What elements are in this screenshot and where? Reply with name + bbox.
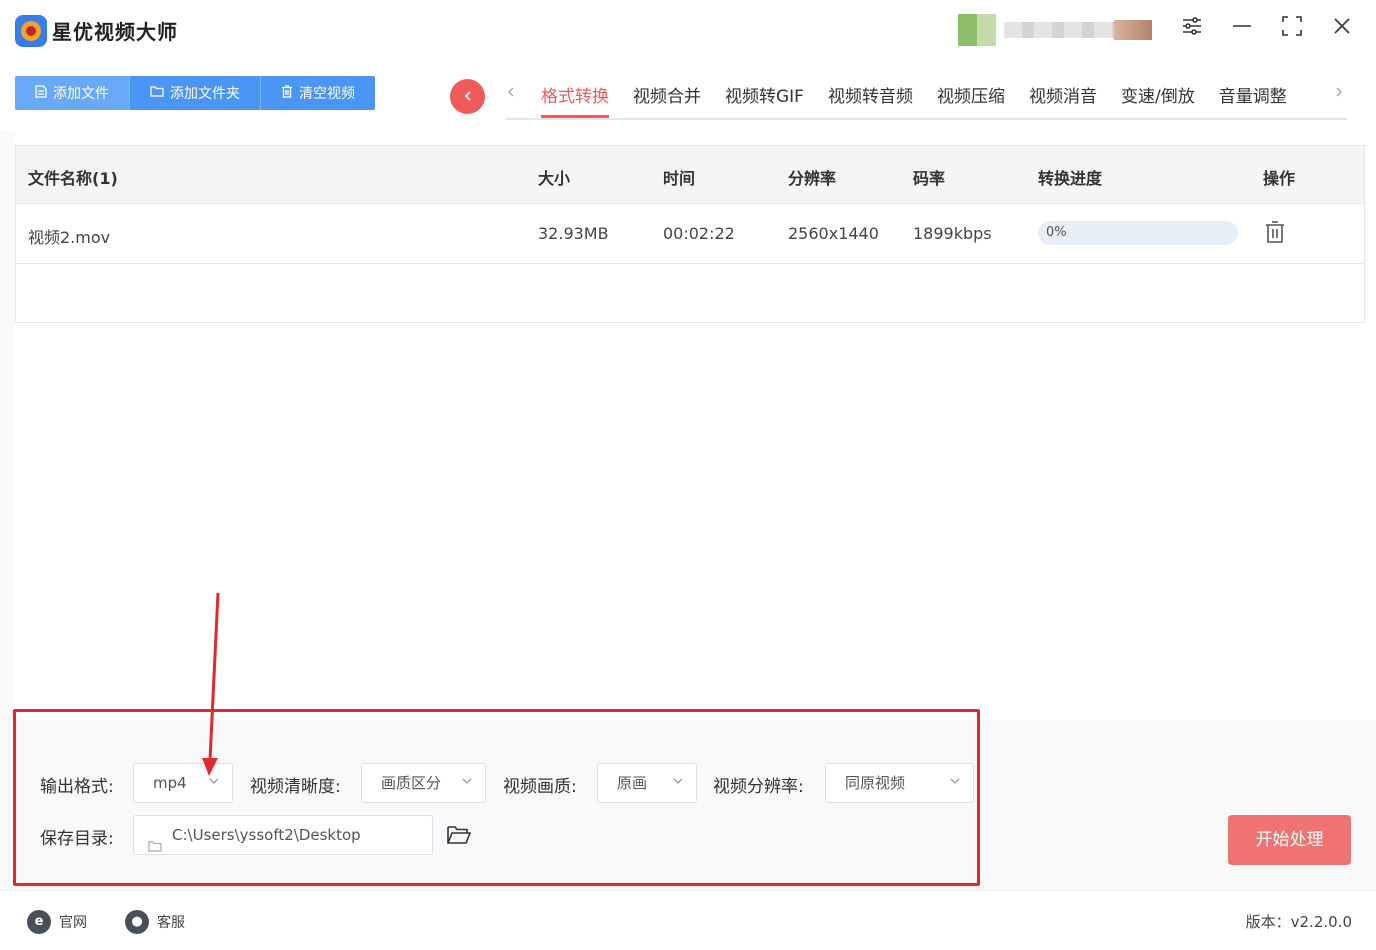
maximize-icon[interactable]: [1277, 15, 1307, 45]
version-text: 版本：v2.2.0.0: [1245, 913, 1352, 931]
table-header: 文件名称(1) 大小 时间 分辨率 码率 转换进度 操作: [16, 146, 1364, 204]
file-toolbar: 添加文件 添加文件夹 清空视频: [15, 76, 375, 110]
document-icon: [35, 84, 47, 102]
header-resolution: 分辨率: [788, 169, 837, 188]
clear-videos-label: 清空视频: [299, 86, 355, 102]
progress-bar: 0%: [1038, 221, 1238, 245]
add-file-button[interactable]: 添加文件: [15, 76, 130, 110]
tab-5[interactable]: 视频消音: [1029, 82, 1097, 118]
app-logo-icon: [15, 15, 47, 47]
annotation-highlight-box: [13, 709, 980, 886]
settings-sliders-icon[interactable]: [1177, 15, 1207, 45]
tab-scroll-right-icon[interactable]: [1333, 82, 1345, 107]
cell-size: 32.93MB: [538, 224, 609, 243]
header-time: 时间: [663, 169, 696, 188]
clear-videos-button[interactable]: 清空视频: [261, 76, 375, 110]
cell-time: 00:02:22: [663, 224, 735, 243]
status-bar: e 官网 ● 客服 版本：v2.2.0.0: [0, 890, 1376, 950]
tab-2[interactable]: 视频转GIF: [725, 82, 804, 118]
website-link[interactable]: e 官网: [27, 910, 87, 934]
add-folder-label: 添加文件夹: [170, 86, 240, 102]
header-size: 大小: [538, 169, 571, 188]
close-icon[interactable]: [1327, 15, 1357, 45]
header-filename: 文件名称(1): [28, 169, 118, 188]
support-label: 客服: [157, 915, 185, 931]
start-processing-button[interactable]: 开始处理: [1228, 815, 1351, 865]
cell-bitrate: 1899kbps: [913, 224, 992, 243]
cell-filename: 视频2.mov: [28, 228, 111, 247]
tab-3[interactable]: 视频转音频: [828, 82, 913, 118]
table-row[interactable]: 视频2.mov 32.93MB 00:02:22 2560x1440 1899k…: [16, 204, 1364, 264]
tab-0[interactable]: 格式转换: [541, 82, 609, 118]
add-folder-button[interactable]: 添加文件夹: [130, 76, 261, 110]
chat-bubble-icon: ●: [125, 910, 149, 934]
add-file-label: 添加文件: [53, 86, 109, 102]
collapse-back-button[interactable]: [450, 79, 485, 114]
tab-scroll-left-icon[interactable]: [505, 82, 517, 107]
progress-text: 0%: [1046, 225, 1067, 240]
support-link[interactable]: ● 客服: [125, 910, 185, 934]
user-avatar-blurred[interactable]: [958, 14, 1152, 46]
empty-list-area: [15, 323, 1365, 720]
function-tabs: 格式转换 视频合并 视频转GIF 视频转音频 视频压缩 视频消音 变速/倒放 音量调整: [505, 76, 1347, 120]
header-bitrate: 码率: [913, 169, 946, 188]
website-label: 官网: [59, 915, 87, 931]
app-title: 星优视频大师: [52, 20, 178, 44]
tab-1[interactable]: 视频合并: [633, 82, 701, 118]
tab-6[interactable]: 变速/倒放: [1121, 82, 1195, 118]
header-progress: 转换进度: [1038, 169, 1103, 188]
title-bar: 星优视频大师: [0, 0, 1376, 62]
browser-e-icon: e: [27, 910, 51, 934]
header-action: 操作: [1263, 169, 1296, 188]
delete-row-icon[interactable]: [1264, 220, 1286, 248]
trash-icon: [281, 84, 293, 102]
tab-4[interactable]: 视频压缩: [937, 82, 1005, 118]
cell-resolution: 2560x1440: [788, 224, 879, 243]
tab-7[interactable]: 音量调整: [1219, 82, 1287, 118]
minimize-icon[interactable]: [1227, 15, 1257, 45]
file-table: 文件名称(1) 大小 时间 分辨率 码率 转换进度 操作 视频2.mov 32.…: [15, 145, 1365, 323]
folder-icon: [150, 85, 164, 101]
